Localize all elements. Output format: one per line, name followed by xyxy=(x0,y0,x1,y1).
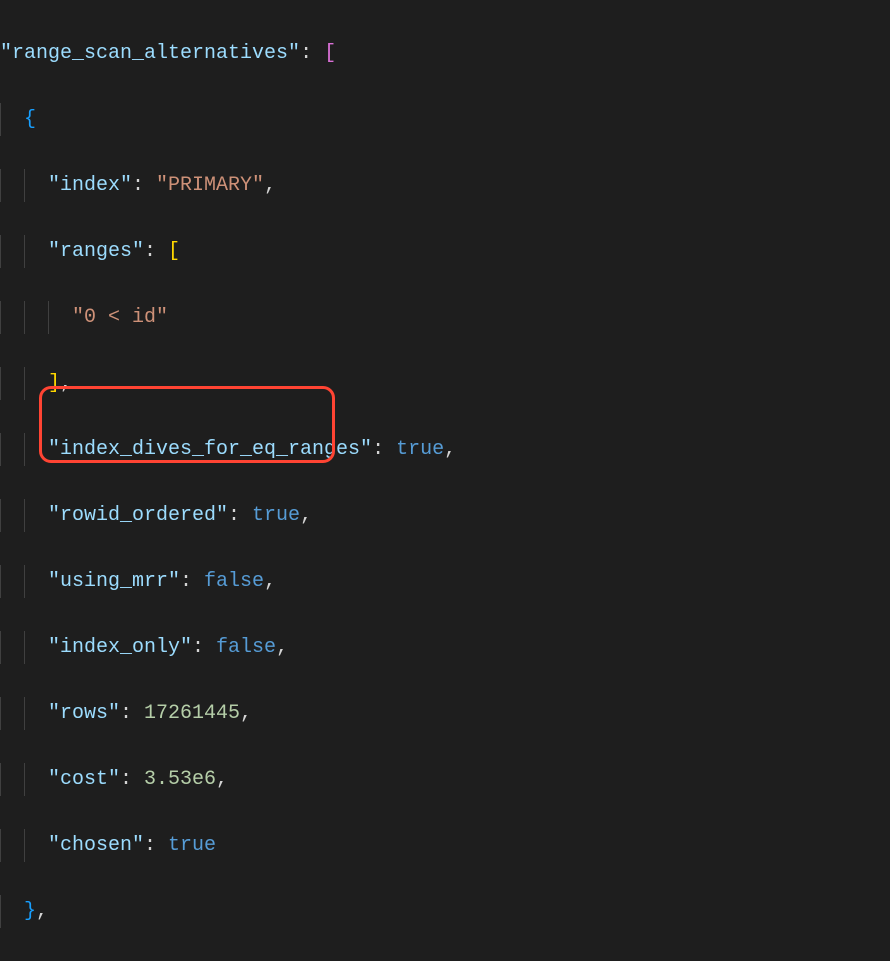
json-comma: , xyxy=(264,169,276,202)
json-comma: , xyxy=(444,433,456,466)
json-comma: , xyxy=(60,367,72,400)
json-comma: , xyxy=(240,697,252,730)
code-line: "using_mrr": false, xyxy=(0,565,890,598)
json-key: "index_dives_for_eq_ranges" xyxy=(48,433,372,466)
json-bool-value: true xyxy=(168,829,216,862)
close-bracket: ] xyxy=(48,367,60,400)
json-key: "rowid_ordered" xyxy=(48,499,228,532)
code-line: { xyxy=(0,103,890,136)
json-colon: : xyxy=(132,169,156,202)
json-colon: : xyxy=(300,37,324,70)
json-key: "cost" xyxy=(48,763,120,796)
code-line: "rowid_ordered": true, xyxy=(0,499,890,532)
open-bracket: [ xyxy=(324,37,336,70)
code-line: }, xyxy=(0,895,890,928)
json-colon: : xyxy=(144,235,168,268)
close-brace: } xyxy=(24,895,36,928)
json-colon: : xyxy=(372,433,396,466)
json-comma: , xyxy=(300,499,312,532)
json-key: "using_mrr" xyxy=(48,565,180,598)
json-colon: : xyxy=(120,697,144,730)
json-bool-value: true xyxy=(252,499,300,532)
json-key: "range_scan_alternatives" xyxy=(0,37,300,70)
json-number-value: 3.53e6 xyxy=(144,763,216,796)
json-code-block: "range_scan_alternatives": [ { "index": … xyxy=(0,0,890,961)
json-key: "ranges" xyxy=(48,235,144,268)
json-colon: : xyxy=(144,829,168,862)
json-comma: , xyxy=(276,631,288,664)
code-line: "index_dives_for_eq_ranges": true, xyxy=(0,433,890,466)
code-line: "0 < id" xyxy=(0,301,890,334)
code-line: "index_only": false, xyxy=(0,631,890,664)
json-string-value: "PRIMARY" xyxy=(156,169,264,202)
json-number-value: 17261445 xyxy=(144,697,240,730)
json-key: "chosen" xyxy=(48,829,144,862)
code-line: "range_scan_alternatives": [ xyxy=(0,37,890,70)
open-brace: { xyxy=(24,103,36,136)
code-line: "chosen": true xyxy=(0,829,890,862)
code-line: ], xyxy=(0,367,890,400)
code-line: "ranges": [ xyxy=(0,235,890,268)
json-key: "index_only" xyxy=(48,631,192,664)
json-comma: , xyxy=(36,895,48,928)
json-bool-value: false xyxy=(216,631,276,664)
code-line: "cost": 3.53e6, xyxy=(0,763,890,796)
json-colon: : xyxy=(180,565,204,598)
code-line: "rows": 17261445, xyxy=(0,697,890,730)
json-bool-value: false xyxy=(204,565,264,598)
code-line: "index": "PRIMARY", xyxy=(0,169,890,202)
json-colon: : xyxy=(228,499,252,532)
open-bracket: [ xyxy=(168,235,180,268)
json-key: "rows" xyxy=(48,697,120,730)
json-colon: : xyxy=(192,631,216,664)
json-string-value: "0 < id" xyxy=(72,301,168,334)
json-colon: : xyxy=(120,763,144,796)
json-comma: , xyxy=(264,565,276,598)
json-bool-value: true xyxy=(396,433,444,466)
json-comma: , xyxy=(216,763,228,796)
json-key: "index" xyxy=(48,169,132,202)
